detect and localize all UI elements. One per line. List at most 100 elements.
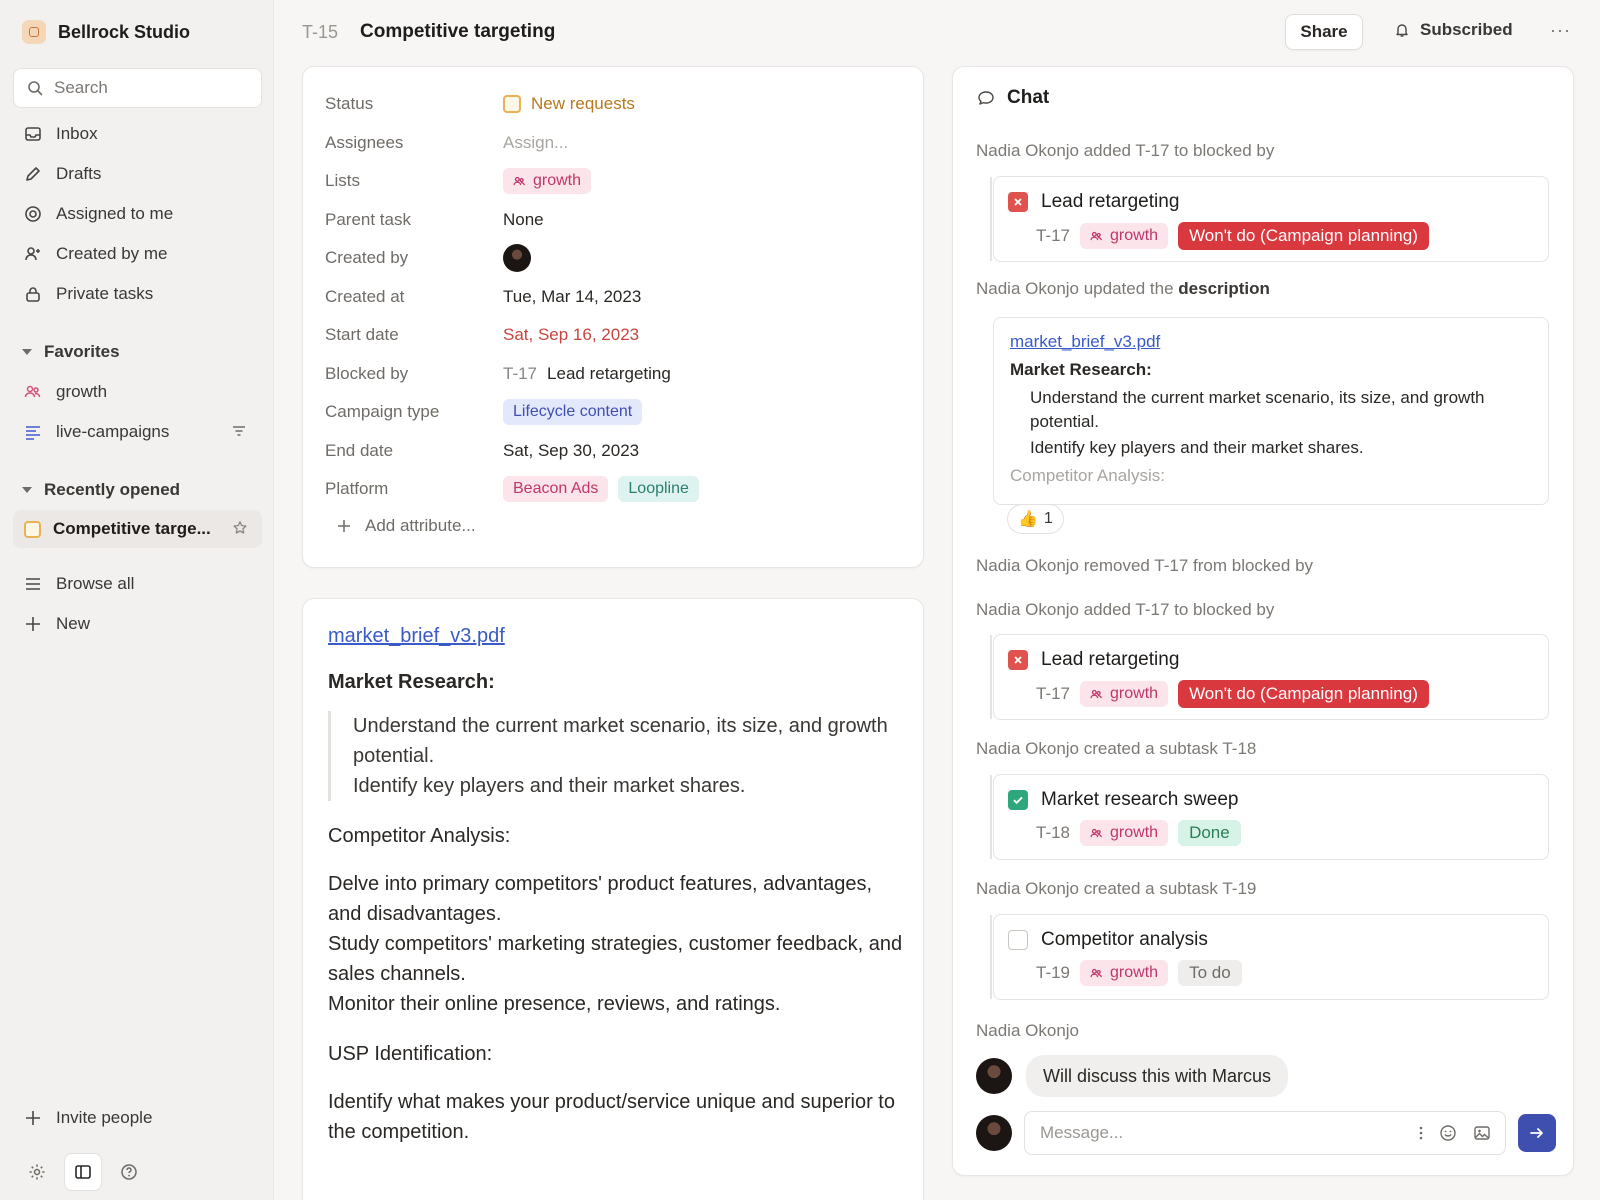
- property-end-date[interactable]: End date Sat, Sep 30, 2023: [325, 436, 905, 466]
- property-label: Platform: [325, 479, 389, 498]
- description-fade: [303, 1157, 923, 1200]
- help-button[interactable]: [110, 1153, 148, 1191]
- reaction-thumbs-up[interactable]: 👍 1: [1007, 504, 1064, 534]
- tag-label: growth: [1110, 685, 1159, 702]
- parent-value: None: [503, 210, 544, 229]
- search-input[interactable]: Search: [13, 68, 262, 108]
- bell-icon: [1396, 24, 1408, 37]
- invite-people-button[interactable]: Invite people: [13, 1099, 262, 1137]
- property-campaign-type[interactable]: Campaign type Lifecycle content: [325, 397, 905, 427]
- ref-task-title: Competitor analysis: [1041, 929, 1208, 950]
- settings-button[interactable]: [18, 1153, 56, 1191]
- message-placeholder: Message...: [1040, 1123, 1124, 1142]
- task-reference-card[interactable]: Lead retargeting T-17 growth Won't do (C…: [990, 176, 1549, 262]
- property-start-date[interactable]: Start date Sat, Sep 16, 2023: [325, 320, 905, 350]
- property-status[interactable]: Status New requests: [325, 89, 905, 119]
- property-blocked-by[interactable]: Blocked by T-17 Lead retargeting: [325, 359, 905, 389]
- platform-tag-beacon[interactable]: Beacon Ads: [503, 476, 609, 502]
- avatar: [976, 1058, 1012, 1094]
- description-heading-usp: USP Identification:: [328, 1043, 493, 1065]
- more-options-button[interactable]: ···: [1550, 20, 1571, 41]
- favorite-item-label: growth: [56, 382, 108, 401]
- more-vertical-icon[interactable]: [1419, 1125, 1423, 1141]
- nav-new[interactable]: New: [13, 605, 262, 643]
- platform-tag-loopline[interactable]: Loopline: [618, 476, 699, 502]
- tag-label: growth: [1110, 227, 1159, 244]
- property-label: Assignees: [325, 133, 404, 152]
- workspace-switcher[interactable]: Bellrock Studio: [22, 20, 190, 44]
- task-reference-card[interactable]: Competitor analysis T-19 growth To do: [990, 914, 1549, 1000]
- nav-drafts[interactable]: Drafts: [13, 155, 262, 193]
- task-reference-card[interactable]: Market research sweep T-18 growth Done: [990, 774, 1549, 860]
- invite-label: Invite people: [56, 1108, 153, 1127]
- list-tag-growth: growth: [1080, 223, 1169, 249]
- campaign-tag[interactable]: Lifecycle content: [503, 399, 643, 425]
- property-label: Created by: [325, 248, 409, 267]
- nav-private[interactable]: Private tasks: [13, 275, 262, 313]
- nav-private-label: Private tasks: [56, 284, 154, 303]
- share-button[interactable]: Share: [1285, 14, 1363, 50]
- assignees-placeholder: Assign...: [503, 133, 569, 152]
- message-input[interactable]: Message...: [1024, 1111, 1506, 1155]
- gear-icon: [29, 1164, 45, 1180]
- description-line: Understand the current market scenario, …: [353, 715, 888, 767]
- tag-label: growth: [1110, 824, 1159, 841]
- property-parent-task[interactable]: Parent task None: [325, 205, 905, 235]
- team-icon: [513, 176, 525, 185]
- chat-panel: Chat Nadia Okonjo added T-17 to blocked …: [952, 66, 1574, 1176]
- property-assignees[interactable]: Assignees Assign...: [325, 128, 905, 158]
- task-title[interactable]: Competitive targeting: [360, 21, 555, 43]
- add-attribute-button[interactable]: Add attribute...: [337, 516, 476, 536]
- description-editor[interactable]: market_brief_v3.pdf Market Research: Und…: [302, 598, 924, 1200]
- add-attribute-label: Add attribute...: [365, 516, 476, 535]
- task-reference-card[interactable]: Lead retargeting T-17 growth Won't do (C…: [990, 634, 1549, 720]
- chevron-down-icon: [22, 349, 32, 355]
- blocked-task-title[interactable]: Lead retargeting: [547, 364, 671, 384]
- favorites-section-toggle[interactable]: Favorites: [22, 342, 120, 362]
- list-tag-growth: growth: [1080, 960, 1169, 986]
- nav-drafts-label: Drafts: [56, 164, 102, 183]
- star-icon[interactable]: [232, 520, 248, 536]
- diff-faded-line: Competitor Analysis:: [1010, 466, 1165, 485]
- attachment-link[interactable]: market_brief_v3.pdf: [328, 621, 908, 651]
- nav-browse-all[interactable]: Browse all: [13, 565, 262, 603]
- ref-task-id: T-17: [1036, 684, 1071, 703]
- nav-inbox[interactable]: Inbox: [13, 115, 262, 153]
- toggle-sidebar-button[interactable]: [64, 1153, 102, 1191]
- recent-section-toggle[interactable]: Recently opened: [22, 480, 180, 500]
- property-platform[interactable]: Platform Beacon Ads Loopline: [325, 474, 905, 504]
- ref-task-id: T-18: [1036, 823, 1071, 842]
- check-icon: [1008, 790, 1028, 810]
- chat-bubble-icon: [978, 91, 994, 105]
- list-tag-growth[interactable]: growth: [503, 168, 592, 194]
- subscribe-button[interactable]: Subscribed: [1394, 20, 1513, 40]
- arrow-right-icon: [1530, 1128, 1543, 1138]
- recent-heading: Recently opened: [44, 480, 181, 499]
- favorite-item-live-campaigns[interactable]: live-campaigns: [13, 413, 262, 451]
- nav-created[interactable]: Created by me: [13, 235, 262, 273]
- property-label: Blocked by: [325, 364, 409, 383]
- send-button[interactable]: [1518, 1114, 1556, 1152]
- workspace-name: Bellrock Studio: [58, 21, 191, 42]
- plus-icon: [26, 617, 40, 631]
- favorite-item-growth[interactable]: growth: [13, 373, 262, 411]
- nav-assigned[interactable]: Assigned to me: [13, 195, 262, 233]
- status-badge: Won't do (Campaign planning): [1178, 222, 1429, 250]
- description-line: Study competitors' marketing strategies,…: [328, 933, 903, 985]
- favorite-item-label: live-campaigns: [56, 422, 170, 441]
- diff-heading: Market Research:: [1010, 360, 1152, 379]
- recent-item-competitive-targeting[interactable]: Competitive targe...: [13, 510, 262, 548]
- filter-icon[interactable]: [232, 424, 246, 438]
- diff-line: Understand the current market scenario, …: [1030, 388, 1485, 431]
- checkbox-icon[interactable]: [1008, 930, 1028, 950]
- cancelled-icon: [1008, 650, 1028, 670]
- property-label: Parent task: [325, 210, 411, 229]
- image-icon[interactable]: [1473, 1124, 1491, 1142]
- emoji-icon[interactable]: [1439, 1124, 1457, 1142]
- attachment-link[interactable]: market_brief_v3.pdf: [1010, 330, 1530, 354]
- blocked-task-id: T-17: [503, 364, 538, 383]
- description-diff-card[interactable]: market_brief_v3.pdf Market Research: Und…: [993, 317, 1549, 505]
- property-lists[interactable]: Lists growth: [325, 166, 905, 196]
- team-icon: [1090, 689, 1102, 698]
- status-new-icon: [24, 520, 41, 538]
